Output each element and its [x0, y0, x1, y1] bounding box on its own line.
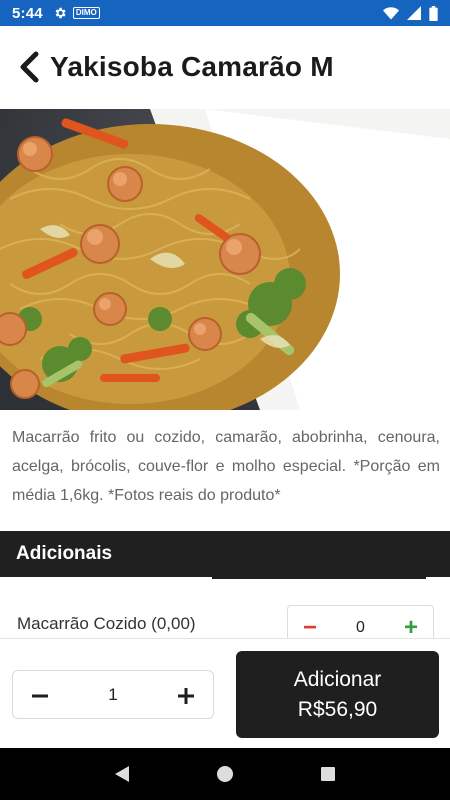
wifi-icon: [383, 6, 399, 19]
recents-square-icon: [321, 767, 336, 781]
system-nav-bar: [0, 748, 450, 800]
addon-quantity-value: 0: [356, 618, 365, 636]
app-badge-icon: DIMO: [72, 7, 100, 19]
status-icons: [383, 5, 438, 21]
page-header: Yakisoba Camarão M: [0, 26, 450, 108]
product-description: Macarrão frito ou cozido, camarão, abobr…: [12, 429, 440, 504]
chevron-left-icon: [20, 51, 39, 83]
addons-section-header: Adicionais: [0, 531, 450, 577]
quantity-decrement-button[interactable]: [29, 684, 51, 706]
quantity-increment-button[interactable]: [175, 684, 197, 706]
nav-back-button[interactable]: [110, 762, 134, 786]
nav-recents-button[interactable]: [316, 762, 340, 786]
home-circle-icon: [216, 766, 233, 782]
add-button-label: Adicionar: [293, 667, 382, 691]
battery-icon: [429, 5, 438, 21]
addon-increment-button[interactable]: +: [401, 615, 421, 639]
addons-section-title: Adicionais: [16, 543, 113, 564]
page-title: Yakisoba Camarão M: [50, 51, 334, 82]
add-button-price: R$56,90: [297, 697, 378, 721]
settings-icon: [53, 6, 67, 20]
add-to-cart-button[interactable]: Adicionar R$56,90: [236, 651, 439, 738]
addon-decrement-button[interactable]: −: [300, 615, 320, 639]
addon-label: Macarrão Cozido (0,00): [17, 614, 196, 633]
status-bar: 5:44 DIMO: [0, 0, 450, 26]
minus-icon: [32, 694, 48, 697]
quantity-stepper: 1: [12, 670, 214, 719]
back-triangle-icon: [114, 766, 129, 782]
product-image: [0, 109, 450, 410]
plus-icon: [178, 687, 194, 704]
status-time: 5:44: [12, 4, 43, 22]
order-bar: 1 Adicionar R$56,90: [0, 638, 450, 748]
section-divider: [212, 577, 426, 579]
signal-icon: [407, 6, 421, 20]
addon-item: Macarrão Cozido (0,00) − 0 +: [0, 604, 450, 649]
nav-home-button[interactable]: [213, 762, 237, 786]
back-button[interactable]: [14, 47, 44, 87]
quantity-value: 1: [108, 684, 118, 704]
